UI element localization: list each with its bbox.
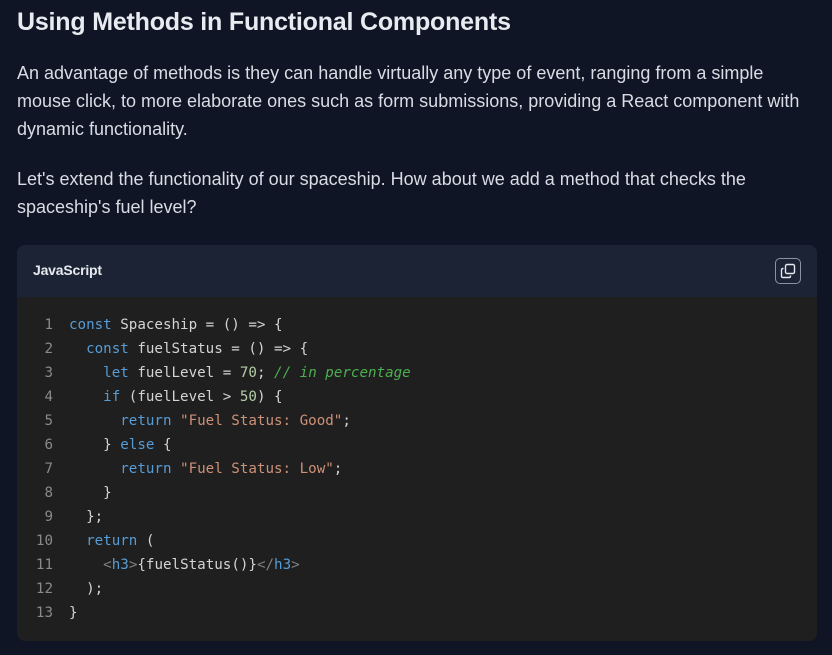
page: Using Methods in Functional Components A… — [0, 0, 832, 655]
code-language-label: JavaScript — [33, 262, 102, 278]
code-token: {fuelStatus()} — [137, 557, 257, 573]
code-text: ); — [69, 577, 103, 601]
code-token: 70 — [239, 365, 257, 381]
line-number: 13 — [35, 605, 53, 621]
code-token: } — [69, 485, 112, 501]
code-token: "Fuel Status: Low" — [180, 461, 334, 477]
code-line: 4 if (fuelLevel > 50) { — [17, 385, 817, 409]
code-token: ; — [256, 365, 275, 381]
code-text: <h3>{fuelStatus()}</h3> — [69, 553, 300, 577]
code-token: const — [86, 341, 129, 357]
code-token: h3 — [111, 557, 129, 573]
code-token: (fuelLevel > — [120, 389, 240, 405]
code-text: return "Fuel Status: Low"; — [69, 457, 342, 481]
line-number: 7 — [44, 461, 53, 477]
code-token: if — [103, 389, 121, 405]
code-block: JavaScript 1 const Spaceship = () => {2 c… — [17, 245, 817, 641]
code-line: 10 return ( — [17, 529, 817, 553]
code-text: } — [69, 481, 112, 505]
line-number: 9 — [44, 509, 53, 525]
code-token: Spaceship = () => { — [111, 317, 283, 333]
code-line: 1 const Spaceship = () => { — [17, 313, 817, 337]
code-token: ) { — [256, 389, 283, 405]
code-line: 5 return "Fuel Status: Good"; — [17, 409, 817, 433]
line-number: 4 — [44, 389, 53, 405]
code-content: 1 const Spaceship = () => {2 const fuelSt… — [17, 313, 817, 625]
line-number: 10 — [35, 533, 53, 549]
line-number: 11 — [35, 557, 53, 573]
line-number: 5 — [44, 413, 53, 429]
line-number: 6 — [44, 437, 53, 453]
spaceship-paragraph: Let's extend the functionality of our sp… — [17, 169, 746, 217]
code-block-header: JavaScript — [17, 245, 817, 297]
code-token: }; — [69, 509, 104, 525]
code-token: > — [291, 557, 300, 573]
code-token: ; — [342, 413, 351, 429]
code-text: if (fuelLevel > 50) { — [69, 385, 283, 409]
code-text: return "Fuel Status: Good"; — [69, 409, 351, 433]
code-text: return ( — [69, 529, 154, 553]
code-token: } — [69, 437, 121, 453]
code-token: fuelLevel = — [128, 365, 240, 381]
code-token: } — [69, 605, 78, 621]
code-token: // in percentage — [274, 365, 411, 381]
code-token: ); — [69, 581, 104, 597]
copy-code-button[interactable] — [775, 258, 801, 284]
code-text: let fuelLevel = 70; // in percentage — [69, 361, 411, 385]
code-text: }; — [69, 505, 103, 529]
code-line: 9 }; — [17, 505, 817, 529]
code-token: ; — [333, 461, 343, 477]
code-token: < — [103, 557, 112, 573]
code-text: const Spaceship = () => { — [69, 313, 283, 337]
code-line: 12 ); — [17, 577, 817, 601]
code-token: return — [120, 461, 172, 477]
code-token: let — [103, 365, 129, 381]
code-token: const — [69, 317, 112, 333]
copy-icon — [780, 263, 796, 279]
section-title: Using Methods in Functional Components — [17, 8, 511, 36]
code-token: h3 — [274, 557, 292, 573]
code-line: 6 } else { — [17, 433, 817, 457]
code-line: 8 } — [17, 481, 817, 505]
code-line: 3 let fuelLevel = 70; // in percentage — [17, 361, 817, 385]
code-token: { — [154, 437, 172, 453]
line-number: 2 — [44, 341, 53, 357]
code-token: </ — [256, 557, 275, 573]
line-number: 8 — [44, 485, 53, 501]
intro-paragraph: An advantage of methods is they can hand… — [17, 63, 800, 139]
code-token: return — [120, 413, 172, 429]
code-token: 50 — [239, 389, 257, 405]
code-line: 11 <h3>{fuelStatus()}</h3> — [17, 553, 817, 577]
line-number: 3 — [44, 365, 53, 381]
code-text: const fuelStatus = () => { — [69, 337, 308, 361]
code-token: return — [86, 533, 138, 549]
code-text: } — [69, 601, 78, 625]
code-line: 7 return "Fuel Status: Low"; — [17, 457, 817, 481]
code-token: fuelStatus = () => { — [128, 341, 309, 357]
code-token: else — [120, 437, 155, 453]
code-text: } else { — [69, 433, 172, 457]
line-number: 12 — [35, 581, 53, 597]
code-line: 2 const fuelStatus = () => { — [17, 337, 817, 361]
code-token: ( — [137, 533, 155, 549]
code-token: "Fuel Status: Good" — [180, 413, 343, 429]
line-number: 1 — [44, 317, 53, 333]
code-line: 13} — [17, 601, 817, 625]
